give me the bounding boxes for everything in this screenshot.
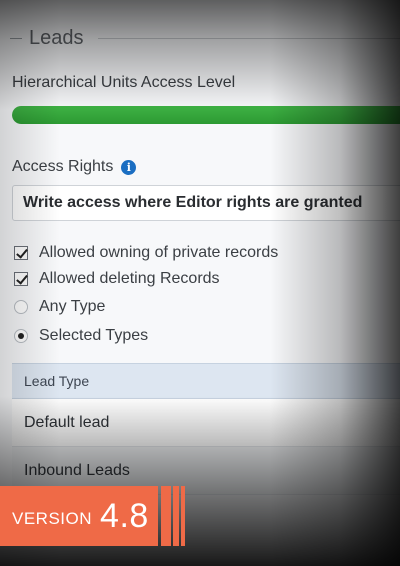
deleting-label: Allowed deleting Records (39, 270, 220, 287)
access-rights-row: Access Rights i (12, 158, 137, 176)
version-number: 4.8 (100, 496, 149, 535)
owning-checkbox[interactable] (14, 246, 28, 260)
version-badge: VERSION 4.8 (0, 486, 185, 546)
access-rights-value: Write access where Editor rights are gra… (23, 194, 363, 211)
badge-stripe (161, 486, 171, 546)
version-word: VERSION (12, 509, 93, 528)
access-rights-label: Access Rights (12, 158, 114, 175)
divider (97, 37, 400, 39)
any-type-option[interactable]: Any Type (14, 298, 105, 316)
selected-types-radio[interactable] (14, 329, 28, 343)
info-icon[interactable]: i (121, 159, 137, 175)
access-rights-select[interactable]: Write access where Editor rights are gra… (12, 185, 400, 221)
version-badge-main: VERSION 4.8 (0, 486, 158, 546)
leads-settings-panel: Leads Hierarchical Units Access Level Ac… (0, 0, 400, 566)
hierarchy-level-fill (12, 106, 400, 124)
hierarchy-level-slider[interactable] (12, 106, 400, 124)
table-row[interactable]: Default lead (12, 399, 400, 447)
deleting-checkbox[interactable] (14, 272, 28, 286)
hierarchy-label: Hierarchical Units Access Level (12, 74, 236, 91)
lead-type-table: Lead Type Default lead Inbound Leads (12, 363, 400, 495)
section-header: Leads (10, 24, 400, 52)
badge-stripe (181, 486, 185, 546)
divider (10, 37, 22, 39)
owning-option[interactable]: Allowed owning of private records (14, 244, 278, 262)
deleting-option[interactable]: Allowed deleting Records (14, 270, 220, 288)
any-type-radio[interactable] (14, 300, 28, 314)
selected-types-option[interactable]: Selected Types (14, 327, 148, 345)
section-title: Leads (29, 26, 84, 49)
lead-type-header[interactable]: Lead Type (12, 363, 400, 399)
owning-label: Allowed owning of private records (39, 244, 279, 261)
selected-types-label: Selected Types (39, 327, 149, 344)
any-type-label: Any Type (39, 298, 106, 315)
